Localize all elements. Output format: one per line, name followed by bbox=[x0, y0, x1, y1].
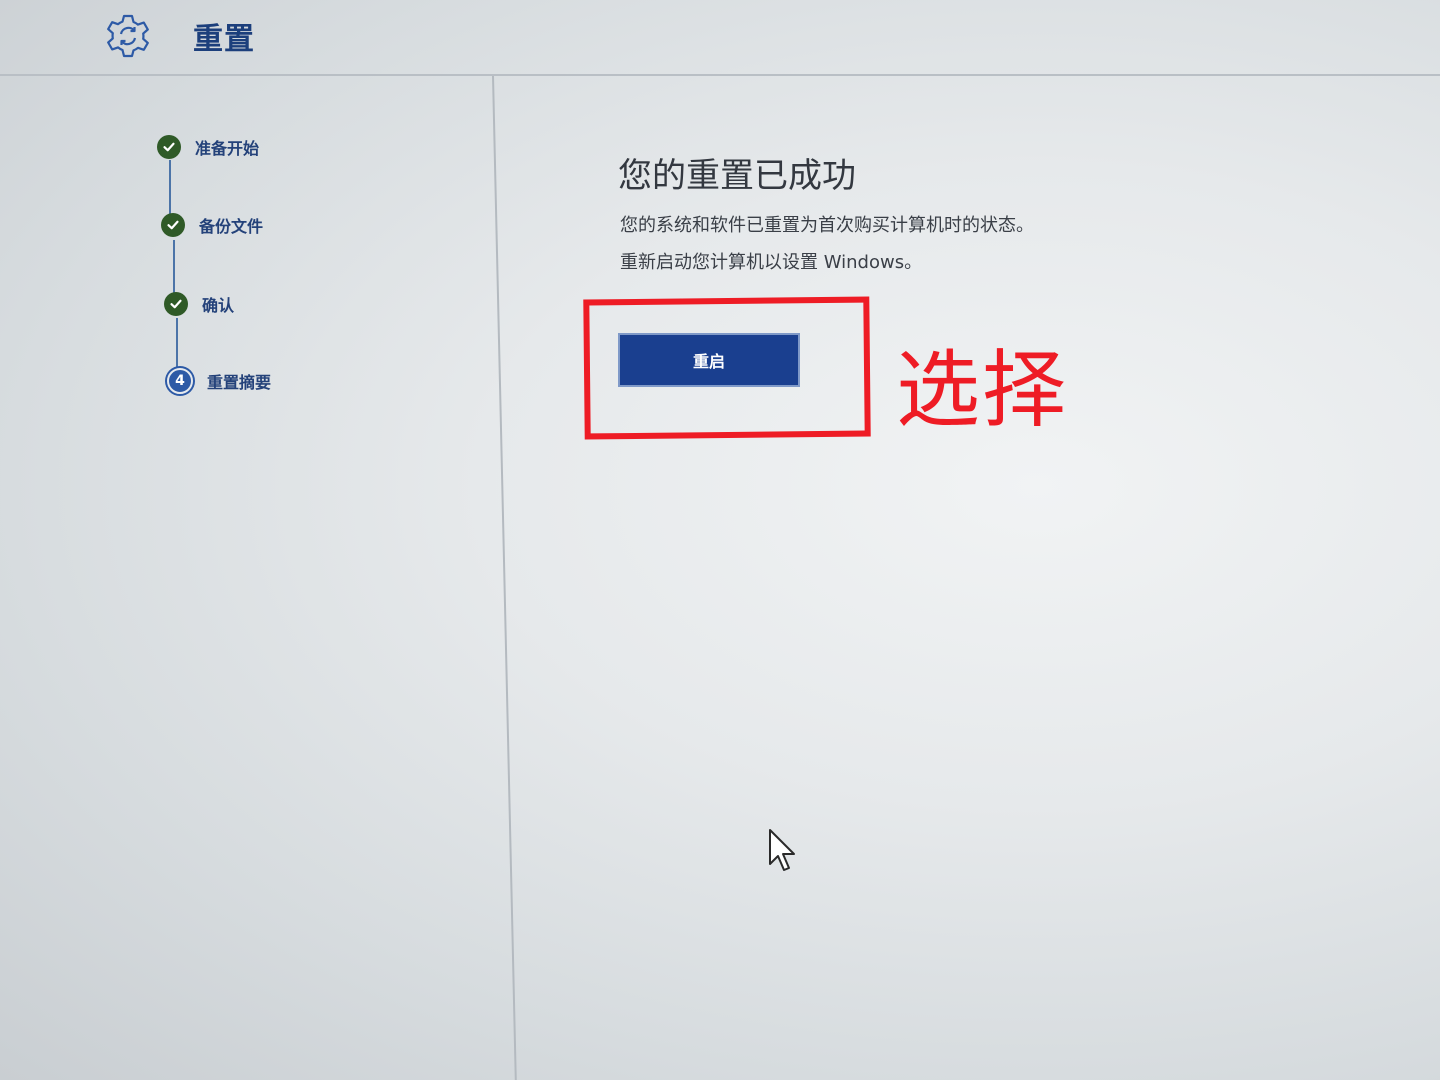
mouse-pointer-icon bbox=[769, 829, 795, 871]
check-icon bbox=[161, 213, 185, 237]
step-label: 准备开始 bbox=[195, 139, 260, 158]
step-backup: 备份文件 bbox=[161, 211, 263, 239]
step-number-badge: 4 bbox=[167, 368, 193, 394]
panel-divider bbox=[492, 76, 517, 1080]
step-connector bbox=[169, 160, 171, 216]
annotation-label: 选择 bbox=[896, 341, 1069, 439]
success-heading: 您的重置已成功 bbox=[618, 156, 856, 196]
step-connector bbox=[176, 318, 178, 368]
check-icon bbox=[157, 135, 181, 159]
step-label: 重置摘要 bbox=[207, 373, 272, 392]
status-description: 您的系统和软件已重置为首次购买计算机时的状态。 bbox=[620, 215, 1034, 236]
step-label: 备份文件 bbox=[199, 217, 264, 236]
check-icon bbox=[164, 292, 188, 316]
step-confirm: 确认 bbox=[164, 290, 234, 318]
step-sidebar: 准备开始 备份文件 确认 4 重置摘要 bbox=[0, 0, 480, 420]
step-summary: 4 重置摘要 bbox=[167, 367, 271, 395]
step-prepare: 准备开始 bbox=[157, 133, 259, 161]
step-label: 确认 bbox=[202, 296, 235, 315]
step-connector bbox=[173, 240, 175, 294]
restart-instruction: 重新启动您计算机以设置 Windows。 bbox=[620, 252, 923, 273]
annotation-highlight-box bbox=[583, 296, 871, 440]
